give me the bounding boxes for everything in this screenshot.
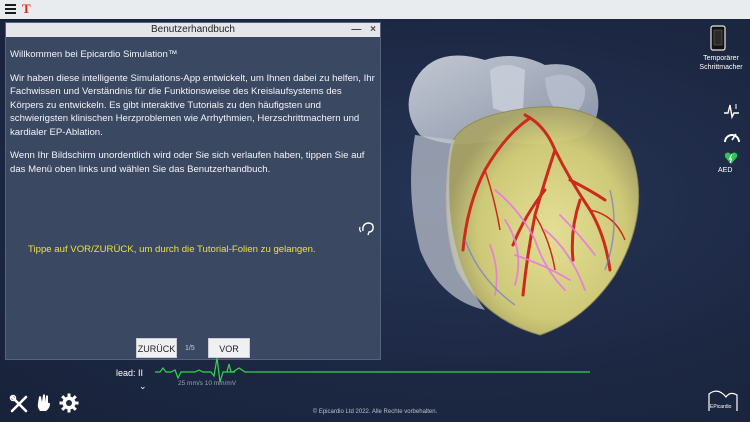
pacemaker-icon[interactable] [710, 25, 726, 51]
copyright-footer: © Epicardio Ltd 2022. Alle Rechte vorbeh… [312, 409, 438, 415]
manual-body: Willkommen bei Epicardio Simulation™ Wir… [6, 37, 380, 176]
manual-heading: Willkommen bei Epicardio Simulation™ [10, 49, 178, 60]
sound-icon[interactable] [358, 218, 378, 238]
app-logo: T [22, 1, 31, 16]
ecg-wave-icon[interactable] [723, 101, 741, 119]
user-manual-panel: Benutzerhandbuch — × Willkommen bei Epic… [5, 22, 381, 360]
lead-selector[interactable]: lead: II [116, 368, 143, 378]
prev-button[interactable]: ZURÜCK [136, 338, 177, 358]
next-button[interactable]: VOR [208, 338, 250, 358]
chevron-down-icon[interactable]: ⌄ [139, 381, 147, 392]
ecg-scale: 25 mm/s 10 mm/mV [178, 380, 237, 387]
page-indicator: 1/5 [185, 345, 195, 352]
top-toolbar: T [0, 0, 750, 19]
aed-label: AED [718, 167, 733, 174]
tutorial-hint: Tippe auf VOR/ZURÜCK, um durch die Tutor… [28, 244, 316, 255]
pacer-label: Temporärer Schrittmacher [699, 55, 743, 71]
heart-model[interactable] [395, 40, 660, 340]
epicardio-logo-text: EPicardio [710, 404, 732, 410]
manual-paragraph-2: Wenn Ihr Bildschirm unordentlich wird od… [10, 150, 365, 175]
manual-header: Benutzerhandbuch — × [6, 23, 380, 37]
menu-icon[interactable] [5, 4, 16, 14]
minimize-icon[interactable]: — [351, 24, 361, 35]
aed-icon[interactable] [724, 151, 738, 165]
manual-title: Benutzerhandbuch [151, 24, 235, 35]
manual-paragraph-1: Wir haben diese intelligente Simulations… [10, 72, 375, 138]
close-icon[interactable]: × [370, 24, 376, 35]
gauge-icon[interactable] [722, 128, 742, 146]
